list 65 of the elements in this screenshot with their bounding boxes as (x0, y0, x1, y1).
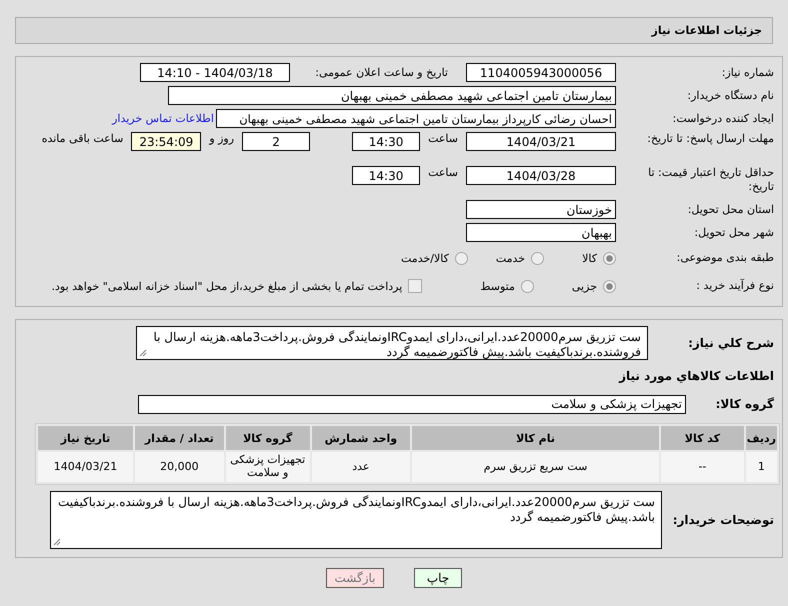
field-label: روز و (209, 132, 234, 145)
table-cell: 20,000 (135, 452, 224, 482)
table-cell: 1404/03/21 (38, 452, 133, 482)
back-button[interactable]: بازگشت (326, 568, 384, 588)
goods-group-field: تجهیزات پزشکی و سلامت (138, 394, 686, 414)
days-field: 2 (242, 132, 310, 151)
radio-button[interactable] (603, 252, 616, 264)
buyer-contact-link[interactable]: اطلاعات تماس خریدار (112, 112, 214, 125)
checkbox[interactable] (408, 279, 422, 293)
radio-button[interactable] (520, 280, 534, 292)
buyer-notes-text-area: ست تزریق سرم20000عدد.ایرانی،دارای ایمدوIRCونمایندگی فروش.پرداخت3ماهه.هزینه ارسال با فروشنده.برندباکیفیت باشد.پیش فاکتورضمیمه گردد (50, 491, 662, 549)
radio-button[interactable] (531, 252, 544, 264)
radio-label: کالا (582, 252, 597, 264)
radio-label: متوسط (480, 280, 515, 292)
column-header: تعداد / مقدار (135, 426, 224, 450)
table-cell: ست سریع تزریق سرم (412, 452, 660, 482)
column-header: نام کالا (412, 426, 660, 450)
radio-label: خدمت (496, 252, 526, 264)
table-cell: -- (661, 452, 744, 482)
column-header: ردیف (746, 426, 777, 450)
buyer-org-field: بیمارستان تامین اجتماعی شهید مصطفی خمینی بهبهان (168, 86, 616, 105)
checkbox-label: پرداخت تمام یا بخشی از مبلغ خرید،از محل "اسناد خزانه اسلامی" خواهد بود. (52, 280, 402, 292)
field-label: طبقه بندی موضوعی: (676, 251, 774, 265)
field-label: شرح کلي نياز: (687, 336, 774, 351)
column-header: گروه کالا (226, 426, 310, 450)
city-field: بهبهان (466, 223, 616, 242)
field-label: ایجاد کننده درخواست: (672, 112, 774, 126)
radio-button[interactable] (454, 252, 468, 264)
field-label: ساعت (428, 132, 458, 145)
field-label: ساعت (428, 166, 458, 179)
table-cell: تجهیزات پزشکی و سلامت (226, 452, 310, 482)
table-cell: 1 (746, 452, 777, 482)
resize-grip-icon (139, 349, 147, 357)
field-label: استان محل تحویل: (686, 202, 774, 216)
field-label: شهر محل تحویل: (693, 226, 774, 240)
table-cell: عدد (312, 452, 410, 482)
radio-label: کالا/خدمت (401, 252, 449, 264)
remaining-time-field: 23:54:09 (131, 132, 202, 151)
radio-button[interactable] (603, 280, 616, 292)
print-button[interactable]: چاپ (414, 568, 462, 588)
summary-text-area: ست تزریق سرم20000عدد.ایرانی،دارای ایمدوIRCونمایندگی فروش.پرداخت3ماهه.هزینه ارسال با فروشنده.برندباکیفیت باشد.پیش فاکتورضمیمه گردد (136, 326, 648, 360)
column-header: کد کالا (661, 426, 744, 450)
field-label: مهلت ارسال پاسخ: تا تاریخ: (646, 132, 774, 146)
field-label: حداقل تاریخ اعتبار قیمت: تا تاریخ: (647, 166, 774, 194)
section-heading: اطلاعات كالاهاي مورد نياز (619, 368, 774, 382)
field-label: نوع فرآیند خرید : (695, 279, 774, 293)
need-number-field: 1104005943000056 (466, 63, 616, 82)
validity-date-field: 1404/03/28 (466, 166, 616, 185)
column-header: واحد شمارش (312, 426, 410, 450)
field-label: گروه کالا: (714, 396, 774, 412)
column-header: تاریخ نیاز (38, 426, 133, 450)
field-label: ساعت باقی مانده (42, 132, 124, 145)
announce-date-field: 1404/03/18 - 14:10 (140, 63, 290, 82)
page-title: جزئیات اطلاعات نیاز (652, 24, 762, 37)
validity-time-field: 14:30 (352, 166, 420, 185)
reply-time-field: 14:30 (352, 132, 420, 151)
province-field: خوزستان (466, 200, 616, 219)
resize-grip-icon (53, 538, 61, 546)
creator-field: احسان رضائی کارپرداز بیمارستان تامین اجتماعی شهید مصطفی خمینی بهبهان (216, 109, 616, 128)
field-label: توضیحات خریدار: (672, 512, 774, 528)
radio-label: جزیی (572, 280, 597, 292)
field-label: نام دستگاه خریدار: (686, 88, 774, 102)
field-label: شماره نیاز: (720, 66, 774, 80)
reply-date-field: 1404/03/21 (466, 132, 616, 151)
field-label: تاریخ و ساعت اعلان عمومی: (314, 66, 448, 80)
